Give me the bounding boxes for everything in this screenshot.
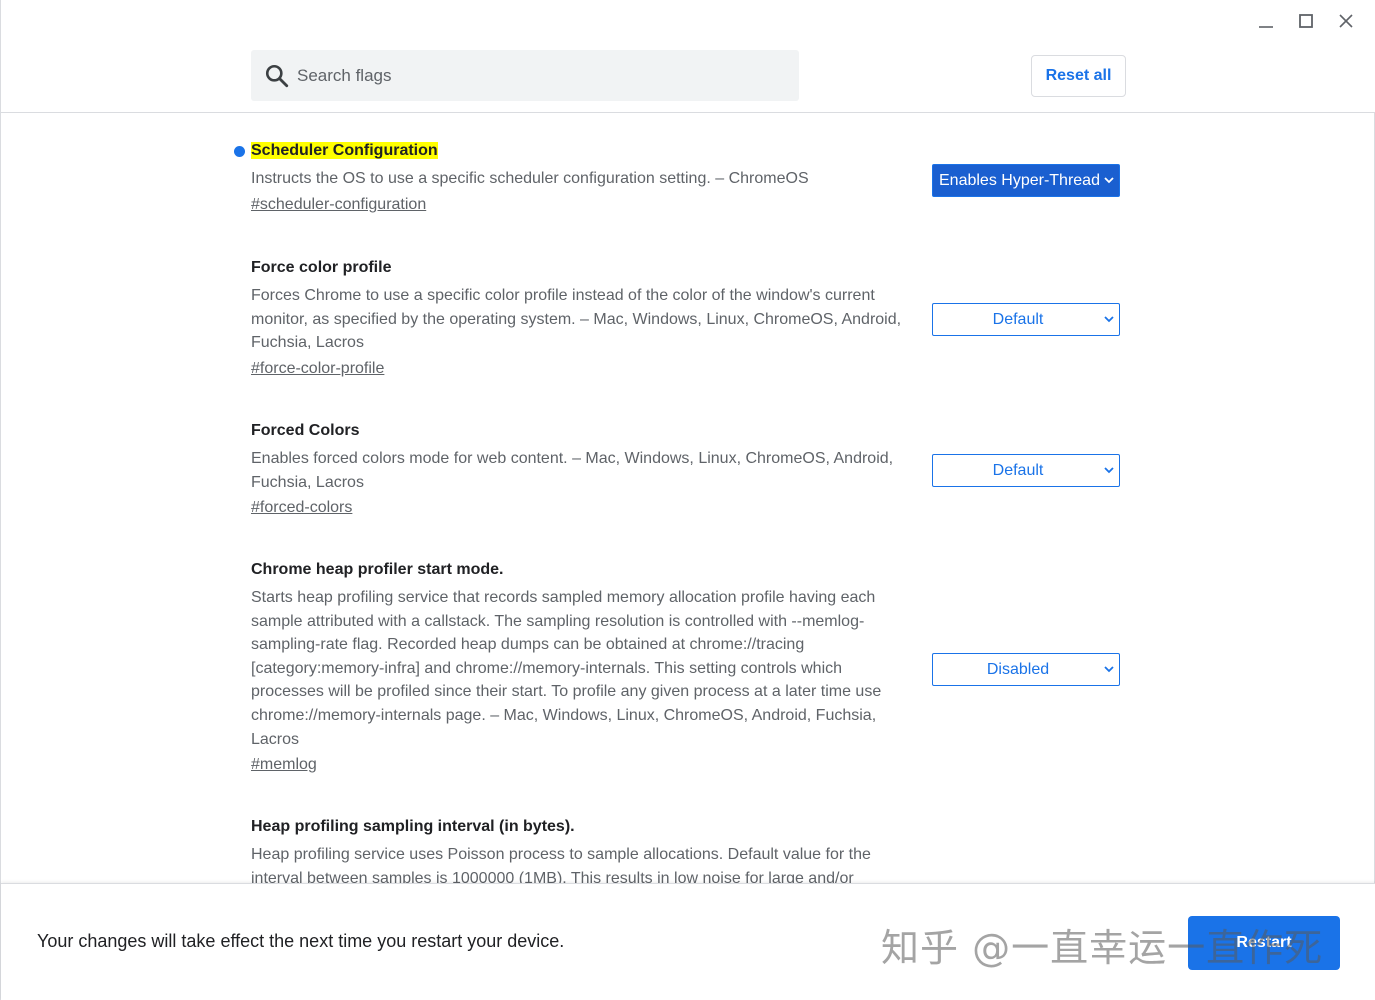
chevron-down-icon: [1104, 467, 1114, 474]
restart-footer: Your changes will take effect the next t…: [1, 883, 1375, 1000]
flag-description: Enables forced colors mode for web conte…: [251, 450, 894, 491]
flag-title: Chrome heap profiler start mode.: [251, 561, 504, 578]
maximize-icon: [1299, 14, 1313, 28]
flag-force-color-profile: Force color profile Forces Chrome to use…: [251, 257, 911, 380]
maximize-button[interactable]: [1286, 8, 1326, 34]
search-input[interactable]: [297, 50, 787, 101]
flag-description: Heap profiling service uses Poisson proc…: [251, 846, 871, 883]
flag-link[interactable]: #force-color-profile: [251, 358, 384, 380]
reset-all-button[interactable]: Reset all: [1031, 55, 1126, 97]
minimize-icon: [1259, 26, 1273, 28]
restart-button[interactable]: Restart: [1188, 916, 1340, 970]
select-value: Disabled: [986, 660, 1050, 678]
force-color-profile-select[interactable]: Default: [932, 303, 1120, 336]
flag-memlog: Chrome heap profiler start mode. Starts …: [251, 559, 911, 776]
select-value: Enables Hyper-Thread: [939, 171, 1100, 189]
select-value: Default: [992, 461, 1044, 479]
flag-link[interactable]: #memlog: [251, 754, 317, 776]
select-value: Default: [992, 310, 1044, 328]
search-icon: [265, 64, 289, 88]
flag-description: Instructs the OS to use a specific sched…: [251, 170, 809, 187]
scheduler-configuration-select[interactable]: Enables Hyper-Thread: [932, 164, 1120, 197]
flag-title: Force color profile: [251, 259, 392, 276]
flag-scheduler-configuration: Scheduler Configuration Instructs the OS…: [251, 140, 911, 216]
memlog-select[interactable]: Disabled: [932, 653, 1120, 686]
forced-colors-select[interactable]: Default: [932, 454, 1120, 487]
flag-memlog-sampling-rate: Heap profiling sampling interval (in byt…: [251, 816, 911, 883]
flag-title: Forced Colors: [251, 422, 360, 439]
header-bar: Reset all: [1, 0, 1375, 113]
chrome-flags-window: Reset all Scheduler Configuration Instru…: [0, 0, 1375, 1000]
flag-title: Heap profiling sampling interval (in byt…: [251, 818, 575, 835]
flag-description: Forces Chrome to use a specific color pr…: [251, 287, 902, 352]
restart-message: Your changes will take effect the next t…: [37, 931, 565, 951]
window-controls: [1246, 8, 1366, 34]
chevron-down-icon: [1104, 666, 1114, 673]
minimize-button[interactable]: [1246, 8, 1286, 34]
flag-forced-colors: Forced Colors Enables forced colors mode…: [251, 420, 911, 519]
close-icon: [1339, 14, 1353, 28]
flag-link[interactable]: #forced-colors: [251, 497, 352, 519]
modified-indicator: [234, 146, 245, 157]
chevron-down-icon: [1104, 177, 1114, 184]
search-box[interactable]: [251, 50, 799, 101]
chevron-down-icon: [1104, 316, 1114, 323]
flag-description: Starts heap profiling service that recor…: [251, 589, 882, 748]
close-button[interactable]: [1326, 8, 1366, 34]
flag-link[interactable]: #scheduler-configuration: [251, 194, 426, 216]
flag-title: Scheduler Configuration: [251, 142, 438, 159]
